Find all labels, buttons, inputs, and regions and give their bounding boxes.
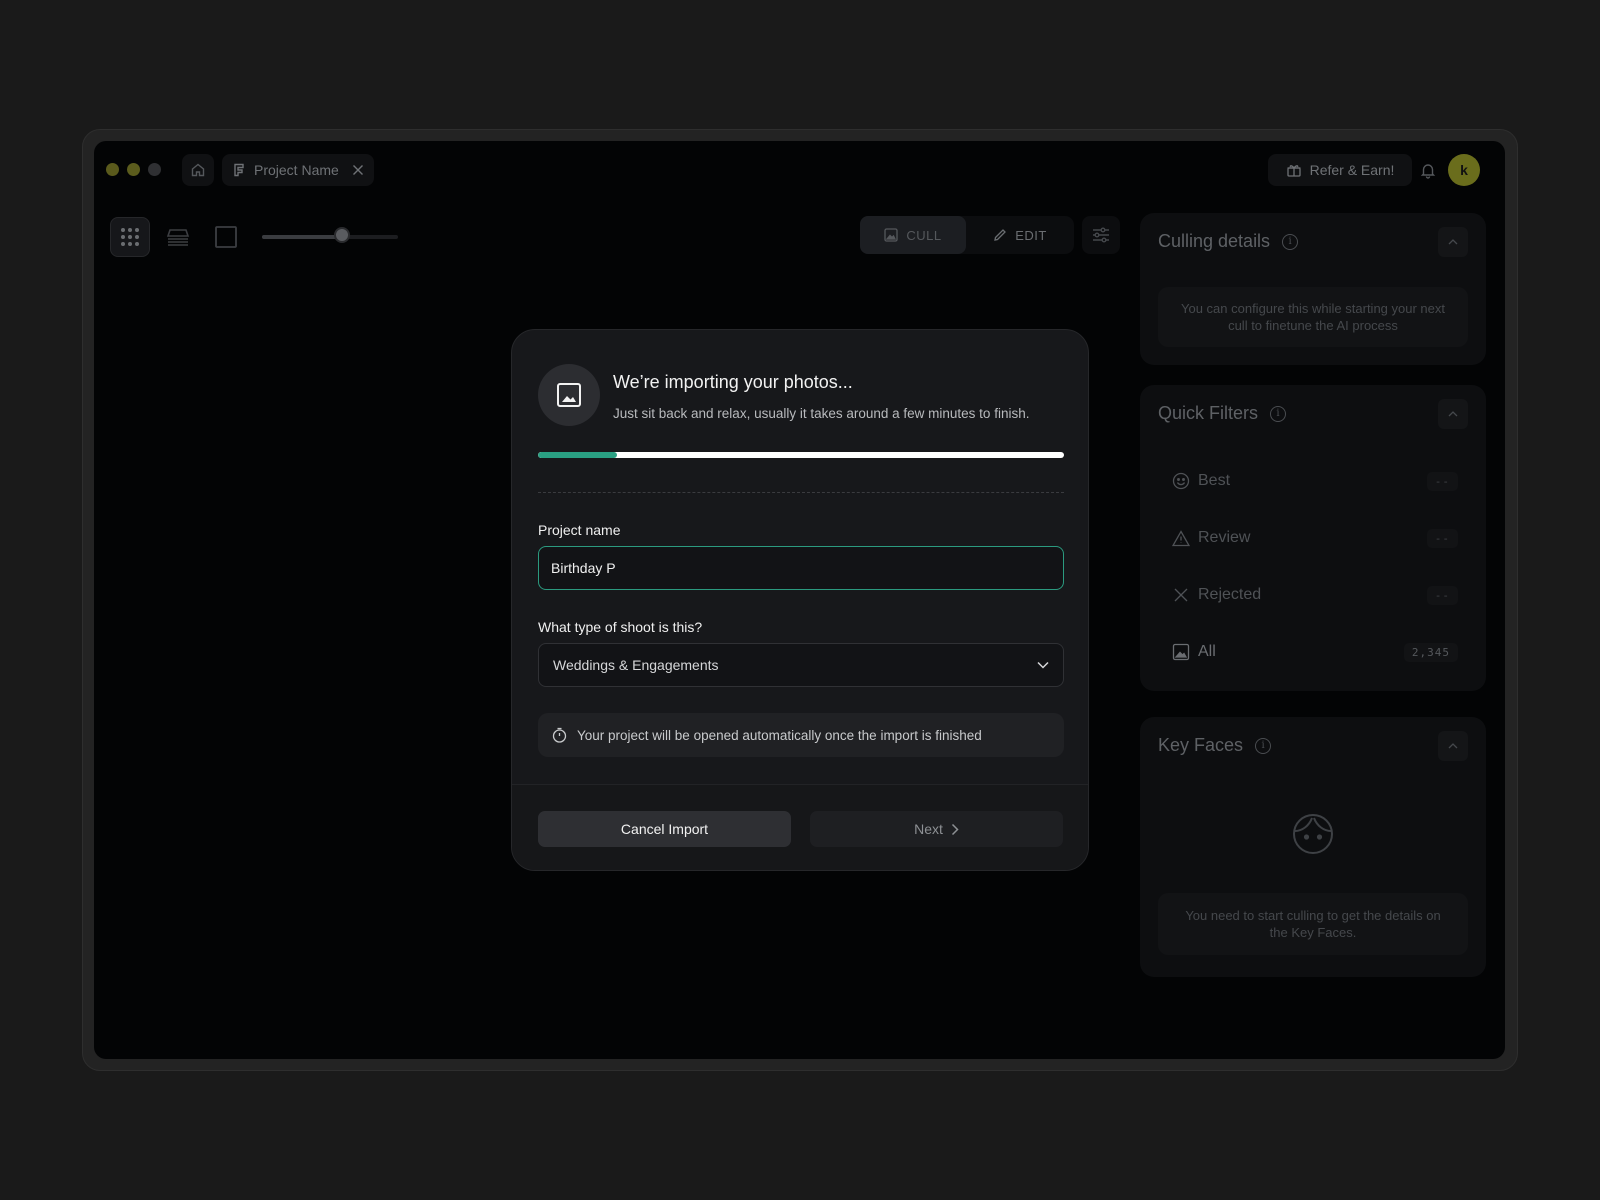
zoom-slider-thumb[interactable] bbox=[334, 227, 350, 243]
filter-count: -- bbox=[1426, 528, 1458, 548]
import-modal: We’re importing your photos... Just sit … bbox=[511, 329, 1089, 871]
cancel-import-label: Cancel Import bbox=[620, 821, 709, 837]
chevron-up-icon bbox=[1448, 239, 1458, 245]
filter-count: -- bbox=[1426, 471, 1458, 491]
cull-mode-button[interactable]: CULL bbox=[860, 216, 966, 254]
warning-icon bbox=[1172, 529, 1190, 546]
culling-details-title-row: Culling details i bbox=[1158, 231, 1299, 252]
next-button[interactable]: Next bbox=[810, 811, 1063, 847]
info-icon[interactable]: i bbox=[1255, 737, 1272, 754]
window-minimize-dot[interactable] bbox=[127, 163, 140, 176]
quick-filters-title: Quick Filters bbox=[1158, 403, 1259, 423]
shoot-type-select[interactable]: Weddings & Engagements bbox=[538, 643, 1064, 687]
shoot-type-value: Weddings & Engagements bbox=[553, 657, 719, 673]
shoot-type-label: What type of shoot is this? bbox=[538, 619, 703, 635]
timer-icon bbox=[552, 727, 567, 743]
filter-all[interactable]: All 2,345 bbox=[1172, 638, 1458, 666]
gift-icon bbox=[1286, 165, 1301, 177]
notice-text: Your project will be opened automaticall… bbox=[577, 727, 982, 743]
image-icon bbox=[1172, 643, 1190, 661]
key-faces-hint: You need to start culling to get the det… bbox=[1158, 893, 1468, 955]
key-faces-panel: Key Faces i You need to start culling to… bbox=[1140, 717, 1486, 977]
cancel-import-button[interactable]: Cancel Import bbox=[538, 811, 791, 847]
image-icon bbox=[557, 383, 581, 407]
chevron-up-icon bbox=[1448, 743, 1458, 749]
key-faces-collapse-button[interactable] bbox=[1438, 731, 1468, 761]
zoom-slider[interactable] bbox=[262, 235, 398, 239]
modal-subtitle: Just sit back and relax, usually it take… bbox=[613, 406, 1030, 421]
culling-details-title: Culling details bbox=[1158, 231, 1271, 251]
chevron-right-icon bbox=[951, 823, 959, 835]
home-icon bbox=[191, 163, 205, 177]
tab-label: Project Name bbox=[254, 162, 339, 178]
edit-mode-button[interactable]: EDIT bbox=[966, 216, 1074, 254]
square-view-icon bbox=[215, 226, 237, 248]
project-name-label: Project name bbox=[538, 522, 621, 538]
close-icon bbox=[353, 165, 363, 175]
modal-title: We’re importing your photos... bbox=[613, 372, 853, 392]
culling-hint: You can configure this while starting yo… bbox=[1158, 287, 1468, 347]
culling-details-panel: Culling details i You can configure this… bbox=[1140, 213, 1486, 365]
info-icon[interactable]: i bbox=[1270, 405, 1287, 422]
filter-label: Best bbox=[1198, 472, 1231, 489]
divider bbox=[538, 492, 1064, 493]
chevron-down-icon bbox=[1037, 661, 1049, 669]
smile-icon bbox=[1172, 472, 1190, 490]
sliders-icon bbox=[1093, 227, 1109, 243]
avatar[interactable]: k bbox=[1448, 154, 1480, 186]
auto-open-notice: Your project will be opened automaticall… bbox=[538, 713, 1064, 757]
home-button[interactable] bbox=[182, 154, 214, 186]
filter-count: -- bbox=[1426, 585, 1458, 605]
modal-icon-circle bbox=[538, 364, 600, 426]
filter-count: 2,345 bbox=[1403, 642, 1458, 662]
filter-rejected[interactable]: Rejected -- bbox=[1172, 581, 1458, 609]
cull-label: CULL bbox=[906, 227, 942, 243]
filter-label: All bbox=[1198, 643, 1216, 660]
quick-filters-title-row: Quick Filters i bbox=[1158, 403, 1287, 424]
import-progress-fill bbox=[538, 452, 617, 458]
project-name-input[interactable] bbox=[538, 546, 1064, 590]
key-faces-title: Key Faces bbox=[1158, 735, 1244, 755]
modal-footer: Cancel Import Next bbox=[512, 784, 1088, 870]
quick-filters-collapse-button[interactable] bbox=[1438, 399, 1468, 429]
adjustments-button[interactable] bbox=[1082, 216, 1120, 254]
tab-project[interactable]: Project Name bbox=[222, 154, 374, 186]
filter-label: Review bbox=[1198, 529, 1251, 546]
filmstrip-view-button[interactable] bbox=[158, 217, 198, 257]
chevron-up-icon bbox=[1448, 411, 1458, 417]
face-icon bbox=[1293, 814, 1333, 854]
title-bar: Project Name Refer & Earn! k bbox=[94, 141, 1505, 197]
window-maximize-dot[interactable] bbox=[148, 163, 161, 176]
bell-icon bbox=[1420, 163, 1436, 179]
culling-collapse-button[interactable] bbox=[1438, 227, 1468, 257]
edit-label: EDIT bbox=[1015, 227, 1047, 243]
tab-close-button[interactable] bbox=[352, 164, 364, 176]
single-view-button[interactable] bbox=[206, 217, 246, 257]
mode-switch: CULL EDIT bbox=[860, 216, 1074, 254]
quick-filters-panel: Quick Filters i Best -- Review -- Reject… bbox=[1140, 385, 1486, 691]
next-label: Next bbox=[914, 821, 943, 837]
refer-earn-button[interactable]: Refer & Earn! bbox=[1268, 154, 1412, 186]
filter-review[interactable]: Review -- bbox=[1172, 524, 1458, 552]
key-faces-title-row: Key Faces i bbox=[1158, 735, 1272, 756]
image-icon bbox=[884, 228, 899, 242]
x-icon bbox=[1174, 588, 1188, 602]
project-file-icon bbox=[234, 163, 244, 177]
stack-view-icon bbox=[166, 229, 190, 246]
grid-view-button[interactable] bbox=[110, 217, 150, 257]
pencil-icon bbox=[994, 229, 1007, 241]
notifications-button[interactable] bbox=[1414, 156, 1442, 184]
grid-dots-icon bbox=[121, 228, 139, 246]
import-progress-bar bbox=[538, 452, 1064, 458]
refer-label: Refer & Earn! bbox=[1309, 162, 1395, 178]
window-close-dot[interactable] bbox=[106, 163, 119, 176]
info-icon[interactable]: i bbox=[1282, 233, 1299, 250]
filter-best[interactable]: Best -- bbox=[1172, 467, 1458, 495]
filter-label: Rejected bbox=[1198, 586, 1262, 603]
